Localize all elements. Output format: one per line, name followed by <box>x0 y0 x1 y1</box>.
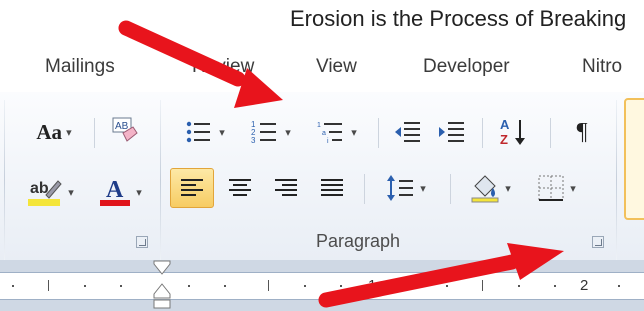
separator <box>378 118 379 148</box>
line-spacing-button[interactable]: ▾ <box>376 168 436 208</box>
clear-formatting-icon: AB <box>112 117 138 142</box>
chevron-down-icon: ▾ <box>351 126 357 139</box>
chevron-down-icon: ▾ <box>68 186 74 199</box>
increase-indent-icon <box>439 122 464 142</box>
change-case-icon: Aa <box>36 119 63 144</box>
show-hide-button[interactable]: ¶ <box>564 112 600 152</box>
svg-text:A: A <box>106 177 124 203</box>
ruler-mark <box>48 280 49 291</box>
indent-marker-icon[interactable] <box>151 260 173 311</box>
font-color-icon: A <box>100 177 131 206</box>
ruler-mark <box>12 285 14 287</box>
ruler-mark <box>618 285 620 287</box>
paragraph-group-label: Paragraph <box>316 231 401 251</box>
sort-button[interactable]: A Z <box>492 112 538 152</box>
ruler-mark <box>120 285 122 287</box>
group-separator <box>616 100 617 260</box>
highlight-swatch <box>28 199 61 206</box>
svg-text:1: 1 <box>317 122 321 129</box>
horizontal-ruler[interactable]: 1 2 <box>0 272 644 300</box>
tab-developer[interactable]: Developer <box>423 56 510 78</box>
svg-text:3: 3 <box>251 136 256 145</box>
chevron-down-icon: ▾ <box>420 182 426 195</box>
chevron-down-icon: ▾ <box>219 126 225 139</box>
align-right-icon <box>275 179 297 196</box>
ribbon: Aa ▾ AB ab ▾ A ▾ ▾ 1 2 3 ▾ 1 a i ▾ A Z ¶… <box>0 92 644 260</box>
bullets-button[interactable]: ▾ <box>176 112 234 152</box>
group-separator <box>160 100 161 260</box>
decrease-indent-button[interactable] <box>388 112 428 152</box>
center-button[interactable] <box>220 168 260 208</box>
change-case-button[interactable]: Aa ▾ <box>28 112 80 152</box>
justify-button[interactable] <box>312 168 352 208</box>
ruler-mark <box>188 285 190 287</box>
increase-indent-button[interactable] <box>432 112 472 152</box>
bullets-icon <box>187 121 211 143</box>
text-highlight-color-icon: ab <box>28 180 62 206</box>
tab-mailings[interactable]: Mailings <box>45 56 115 78</box>
svg-text:i: i <box>327 138 329 145</box>
ruler-mark <box>304 285 306 287</box>
separator <box>450 174 451 204</box>
numbering-icon: 1 2 3 <box>251 120 277 145</box>
chevron-down-icon: ▾ <box>285 126 291 139</box>
shading-icon <box>471 175 499 203</box>
styles-gallery-edge[interactable] <box>624 98 644 220</box>
chevron-down-icon: ▾ <box>66 126 72 139</box>
text-highlight-button[interactable]: ab ▾ <box>14 172 84 212</box>
sort-icon: A Z <box>500 117 525 147</box>
multilevel-list-icon: 1 a i <box>317 122 343 145</box>
ruler-mark <box>554 285 556 287</box>
ruler-area: 1 2 <box>0 260 644 311</box>
ruler-mark <box>340 285 342 287</box>
ruler-mark <box>224 285 226 287</box>
ruler-mark <box>482 280 483 291</box>
ruler-mark <box>84 285 86 287</box>
ruler-mark <box>268 280 269 291</box>
align-left-button[interactable] <box>170 168 214 208</box>
chevron-down-icon: ▾ <box>570 182 576 195</box>
borders-button[interactable]: ▾ <box>526 168 586 208</box>
shading-button[interactable]: ▾ <box>460 168 520 208</box>
tab-review[interactable]: Review <box>192 56 254 78</box>
group-separator <box>4 100 5 260</box>
separator <box>550 118 551 148</box>
multilevel-list-button[interactable]: 1 a i ▾ <box>308 112 366 152</box>
title-bar: Erosion is the Process of Breaking <box>0 0 644 42</box>
font-color-button[interactable]: A ▾ <box>90 172 150 212</box>
svg-text:a: a <box>322 130 326 137</box>
font-dialog-launcher[interactable] <box>136 236 148 248</box>
ribbon-tabs: Mailings Review View Developer Nitro <box>0 42 644 93</box>
ruler-mark <box>518 285 520 287</box>
center-icon <box>229 179 251 196</box>
pilcrow-icon: ¶ <box>576 118 588 145</box>
tab-view[interactable]: View <box>316 56 357 78</box>
paragraph-dialog-launcher[interactable] <box>592 236 604 248</box>
numbering-button[interactable]: 1 2 3 ▾ <box>242 112 300 152</box>
chevron-down-icon: ▾ <box>136 186 142 199</box>
line-spacing-icon <box>387 175 414 201</box>
align-right-button[interactable] <box>266 168 306 208</box>
ruler-number: 1 <box>368 277 377 294</box>
ruler-number: 2 <box>580 277 589 294</box>
borders-icon <box>538 175 564 201</box>
sort-label-top: A <box>500 117 510 132</box>
sort-label-bottom: Z <box>500 132 508 147</box>
align-left-icon <box>181 179 203 196</box>
separator <box>94 118 95 148</box>
ruler-mark <box>410 285 412 287</box>
chevron-down-icon: ▾ <box>505 182 511 195</box>
clear-formatting-button[interactable]: AB <box>104 110 144 150</box>
separator <box>364 174 365 204</box>
separator <box>482 118 483 148</box>
document-title: Erosion is the Process of Breaking <box>290 6 627 31</box>
decrease-indent-icon <box>395 122 420 142</box>
tab-nitro[interactable]: Nitro <box>582 56 622 78</box>
ruler-mark <box>446 285 448 287</box>
justify-icon <box>321 179 343 196</box>
